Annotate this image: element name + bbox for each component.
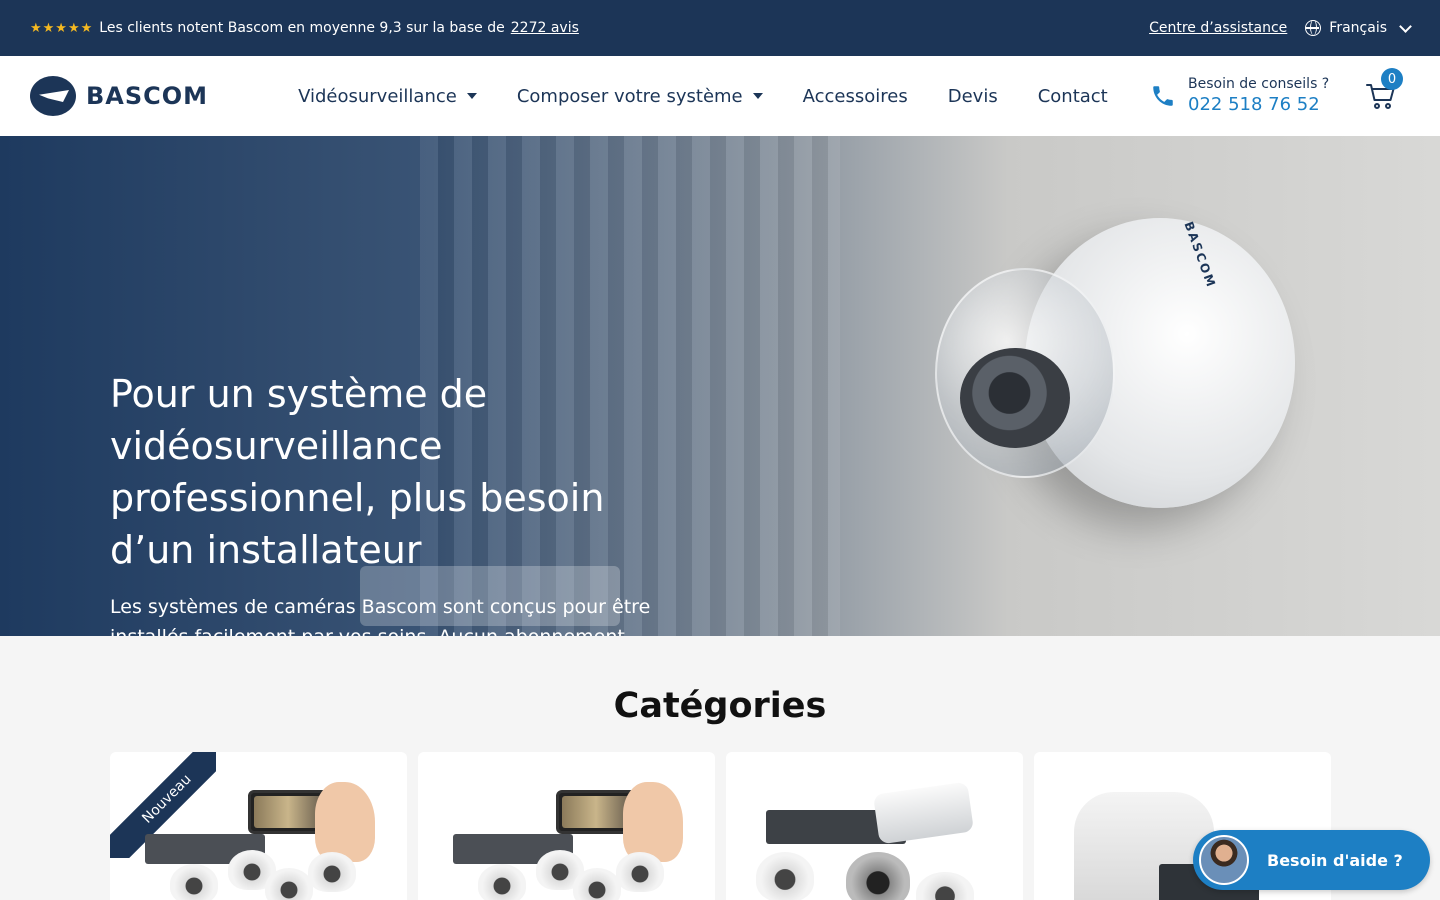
dome-camera-icon (573, 868, 621, 900)
dome-camera-icon (846, 852, 910, 900)
nav-item-accessoires[interactable]: Accessoires (803, 86, 908, 107)
category-card[interactable] (418, 752, 715, 900)
help-chat-button[interactable]: Besoin d'aide ? (1193, 830, 1430, 890)
hero-banner: BASCOM Pour un système de vidéosurveilla… (0, 136, 1440, 636)
help-chat-label: Besoin d'aide ? (1267, 850, 1403, 870)
dome-camera-icon (616, 852, 664, 892)
cart-button[interactable]: 0 (1365, 68, 1403, 112)
nav-item-devis[interactable]: Devis (948, 86, 998, 107)
phone-contact[interactable]: Besoin de conseils ? 022 518 76 52 (1150, 76, 1329, 115)
rating-summary: ★★★★★ Les clients notent Bascom en moyen… (30, 20, 579, 36)
categories-title: Catégories (613, 686, 827, 726)
help-center-link[interactable]: Centre d’assistance (1149, 20, 1287, 36)
hand-image (315, 782, 375, 862)
language-selector[interactable]: Français (1305, 19, 1412, 36)
hand-image (623, 782, 683, 862)
support-agent-avatar (1199, 835, 1249, 885)
dome-camera-image: BASCOM (935, 208, 1295, 548)
globe-icon (1305, 20, 1322, 36)
nav-item-composer-systeme[interactable]: Composer votre système (517, 86, 763, 107)
rating-text: Les clients notent Bascom en moyenne 9,3… (99, 20, 505, 36)
nav-item-videosurveillance[interactable]: Vidéosurveillance (298, 86, 477, 107)
category-card[interactable] (726, 752, 1023, 900)
top-bar: ★★★★★ Les clients notent Bascom en moyen… (0, 0, 1440, 56)
main-header: BASCOM Vidéosurveillance Composer votre … (0, 56, 1440, 136)
hero-title: Pour un système de vidéosurveillance pro… (110, 372, 605, 572)
category-list: Nouveau (110, 752, 1331, 900)
nav-label: Contact (1037, 85, 1108, 107)
advice-label: Besoin de conseils ? (1188, 76, 1330, 92)
phone-number[interactable]: 022 518 76 52 (1188, 94, 1329, 115)
chevron-down-icon (1399, 19, 1412, 33)
main-nav: Vidéosurveillance Composer votre système… (298, 86, 1108, 107)
dome-camera-icon (756, 852, 814, 900)
language-label: Français (1329, 20, 1387, 36)
hero-subtitle: Les systèmes de caméras Bascom sont conç… (110, 596, 651, 636)
dome-camera-icon (478, 864, 526, 900)
nav-label: Vidéosurveillance (298, 85, 457, 107)
star-rating-icon: ★★★★★ (30, 20, 94, 36)
nav-label: Accessoires (802, 85, 908, 107)
cart-count-badge: 0 (1381, 68, 1403, 90)
dome-camera-icon (265, 868, 313, 900)
nav-item-contact[interactable]: Contact (1038, 86, 1108, 107)
dome-camera-icon (170, 864, 218, 900)
logo-text: BASCOM (86, 82, 209, 110)
nav-label: Composer votre système (516, 85, 743, 107)
bascom-logo-icon (30, 76, 76, 116)
camera-lens (960, 348, 1070, 448)
bullet-camera-image (872, 781, 975, 845)
logo[interactable]: BASCOM (30, 76, 208, 116)
category-card[interactable]: Nouveau (110, 752, 407, 900)
phone-icon (1150, 83, 1176, 109)
caret-down-icon (466, 93, 477, 99)
dome-camera-icon (308, 852, 356, 892)
caret-down-icon (752, 93, 763, 99)
nav-label: Devis (947, 85, 998, 107)
reviews-link[interactable]: 2272 avis (511, 20, 579, 36)
dome-camera-icon (916, 872, 974, 900)
